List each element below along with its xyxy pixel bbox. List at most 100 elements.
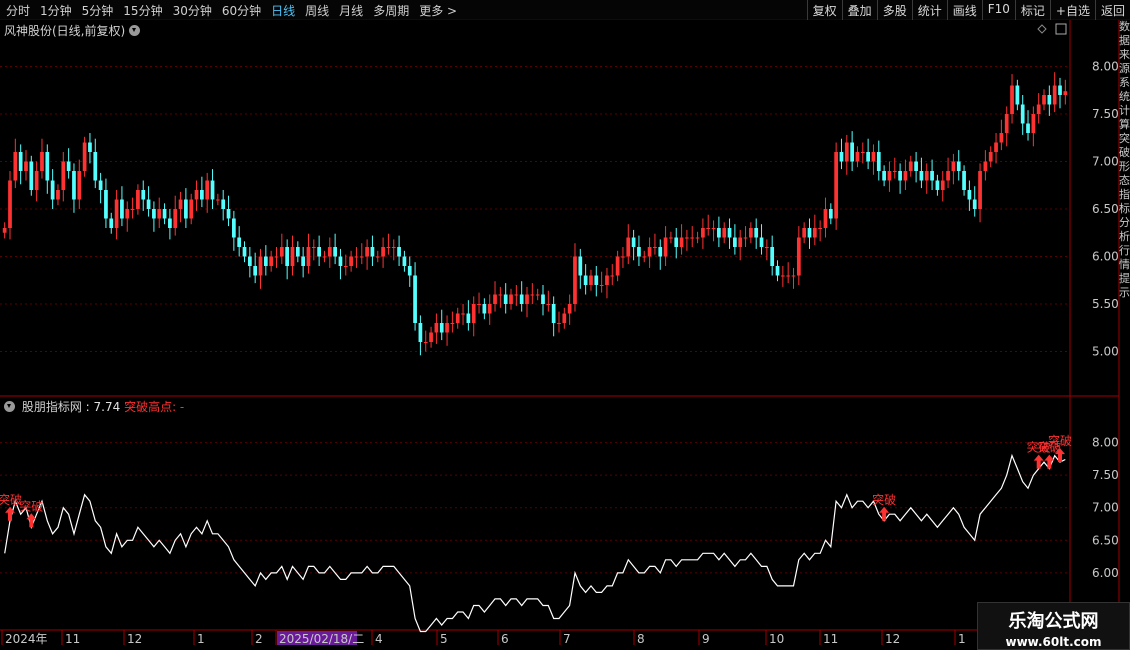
candle-body (748, 228, 753, 238)
price-panel-title: 风神股份(日线,前复权) (4, 22, 143, 39)
candle-body (482, 304, 487, 314)
candle-body (701, 228, 705, 238)
time-axis-label: 5 (440, 632, 448, 646)
watermark-logo: 乐淘公式网 www.60lt.com (977, 602, 1130, 650)
candle-body (88, 142, 92, 152)
indicator-line (4, 453, 1066, 633)
candle-body (18, 152, 23, 171)
candle-body (567, 304, 572, 314)
candle-body (429, 332, 433, 342)
signal-label: 突破 (872, 492, 896, 507)
candle-body (562, 313, 567, 323)
candle-body (583, 275, 588, 285)
candle-body (349, 256, 353, 266)
candle-body (882, 171, 886, 181)
candle-body (1042, 95, 1046, 105)
watermark-url: www.60lt.com (1005, 635, 1102, 649)
candle-body (503, 294, 508, 304)
candle-body (946, 171, 950, 181)
candle-body (962, 171, 966, 190)
candle-body (557, 323, 561, 324)
candle-body (892, 171, 897, 172)
candle-body (733, 237, 737, 247)
candle-body (610, 275, 615, 277)
price-axis-label: 6.50 (1092, 202, 1119, 216)
candle-body (738, 237, 743, 247)
candle-body (82, 142, 87, 171)
candle-body (844, 142, 849, 162)
candle-body (317, 247, 322, 257)
candle-body (908, 161, 913, 171)
candle-body (1010, 85, 1014, 114)
candle-body (519, 294, 524, 304)
candle-body (796, 237, 801, 276)
signal-arrow (1044, 454, 1055, 469)
candle-body (876, 152, 881, 171)
indicator-axis-label: 7.50 (1092, 468, 1119, 482)
candle-body (717, 228, 721, 238)
candle-body (311, 247, 316, 248)
candle-body (333, 247, 337, 257)
signal-label: 突破 (1048, 433, 1072, 448)
candle-body (450, 323, 455, 324)
candle-body (34, 171, 39, 190)
candle-body (775, 266, 780, 276)
time-axis-label: 4 (375, 632, 383, 646)
candle-body (871, 152, 876, 162)
candle-body (541, 294, 545, 304)
candle-body (247, 256, 252, 266)
candle-body (104, 190, 108, 219)
candle-body (146, 199, 151, 209)
candle-body (77, 171, 82, 200)
time-axis-label: 12 (885, 632, 900, 646)
candle-body (226, 209, 231, 219)
candle-body (194, 190, 199, 200)
time-axis-label: 2024年 (5, 632, 48, 646)
diamond-icon (1037, 24, 1047, 34)
indicator-axis-label: 8.00 (1092, 436, 1119, 450)
candle-body (125, 209, 130, 219)
candle-body (546, 304, 551, 305)
candle-body (295, 247, 300, 257)
time-axis-label: 1 (958, 632, 966, 646)
candle-body (290, 247, 295, 266)
candle-body (615, 256, 620, 276)
candle-body (951, 161, 956, 171)
signal-label: 突破 (19, 498, 43, 513)
candle-body (818, 228, 823, 229)
candle-body (184, 199, 188, 219)
time-axis-label: 6 (501, 632, 509, 646)
time-axis-label: 12 (127, 632, 142, 646)
candle-body (1004, 114, 1009, 133)
candle-body (866, 152, 870, 162)
candle-body (903, 171, 908, 181)
time-axis-label: 7 (563, 632, 571, 646)
candle-body (514, 294, 519, 296)
candle-body (972, 199, 977, 209)
dropdown-icon[interactable] (129, 25, 141, 36)
candle-body (978, 171, 982, 209)
candle-body (839, 152, 844, 162)
candle-body (221, 199, 226, 209)
candle-body (647, 247, 652, 257)
price-axis-label: 6.00 (1092, 250, 1119, 264)
candle-body (983, 161, 988, 171)
time-axis-label: 9 (702, 632, 710, 646)
candle-body (407, 266, 412, 276)
candle-body (807, 228, 812, 238)
candle-body (599, 285, 604, 286)
candle-body (642, 256, 647, 258)
candle-body (205, 180, 210, 200)
candle-body (50, 180, 55, 200)
candle-body (45, 152, 50, 181)
candle-body (237, 237, 242, 247)
price-axis-label: 7.50 (1092, 107, 1119, 121)
candle-body (130, 209, 135, 210)
price-axis-label: 5.50 (1092, 297, 1119, 311)
candle-body (914, 161, 918, 171)
candle-body (391, 247, 396, 248)
candle-body (168, 218, 172, 228)
indicator-dropdown-icon[interactable] (4, 401, 15, 412)
candle-body (397, 247, 401, 257)
candle-body (764, 247, 769, 248)
